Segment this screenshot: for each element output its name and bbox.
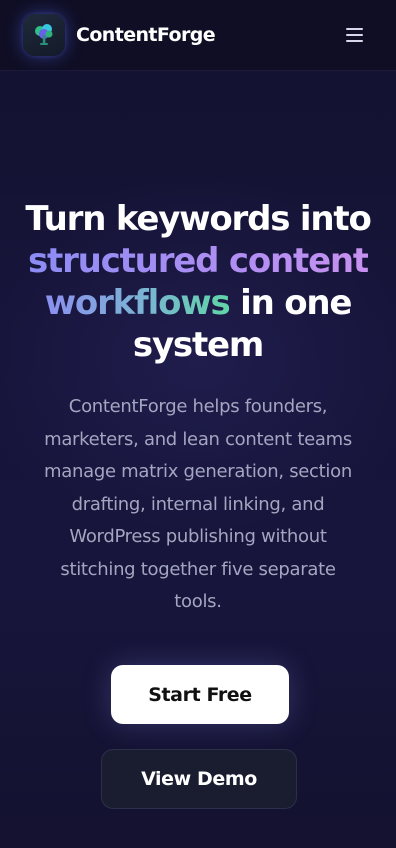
brand-name[interactable]: ContentForge xyxy=(76,22,216,48)
description-line: tools. xyxy=(174,591,222,612)
headline-line-1: Turn keywords into xyxy=(25,199,371,239)
description-line: WordPress publishing without xyxy=(69,526,327,547)
view-demo-button[interactable]: View Demo xyxy=(101,749,297,809)
menu-bar xyxy=(346,34,363,36)
top-navbar: ContentForge xyxy=(0,0,396,71)
menu-bar xyxy=(346,40,363,42)
start-free-button[interactable]: Start Free xyxy=(111,665,289,724)
description-line: stitching together five separate xyxy=(60,558,336,580)
tree-icon xyxy=(35,24,53,45)
menu-bar xyxy=(346,28,363,30)
headline-line-2: structured content xyxy=(28,241,369,281)
hamburger-menu-icon[interactable] xyxy=(344,26,366,44)
logo[interactable] xyxy=(23,14,65,56)
description-line: manage matrix generation, section xyxy=(44,461,352,482)
hero-headline: Turn keywords into structured content wo… xyxy=(20,198,376,366)
headline-line-3-rest: in one xyxy=(229,283,352,323)
description-line: marketers, and lean content teams xyxy=(44,428,352,450)
headline-highlight: workflows xyxy=(44,283,231,323)
description-line: ContentForge helps founders, xyxy=(68,396,328,417)
hero-description: ContentForge helps founders, marketers, … xyxy=(24,391,372,619)
headline-line-4: system xyxy=(132,325,264,365)
landing-page: ContentForge Turn keywords into structur… xyxy=(0,0,396,848)
description-line: drafting, internal linking, and xyxy=(71,493,325,515)
